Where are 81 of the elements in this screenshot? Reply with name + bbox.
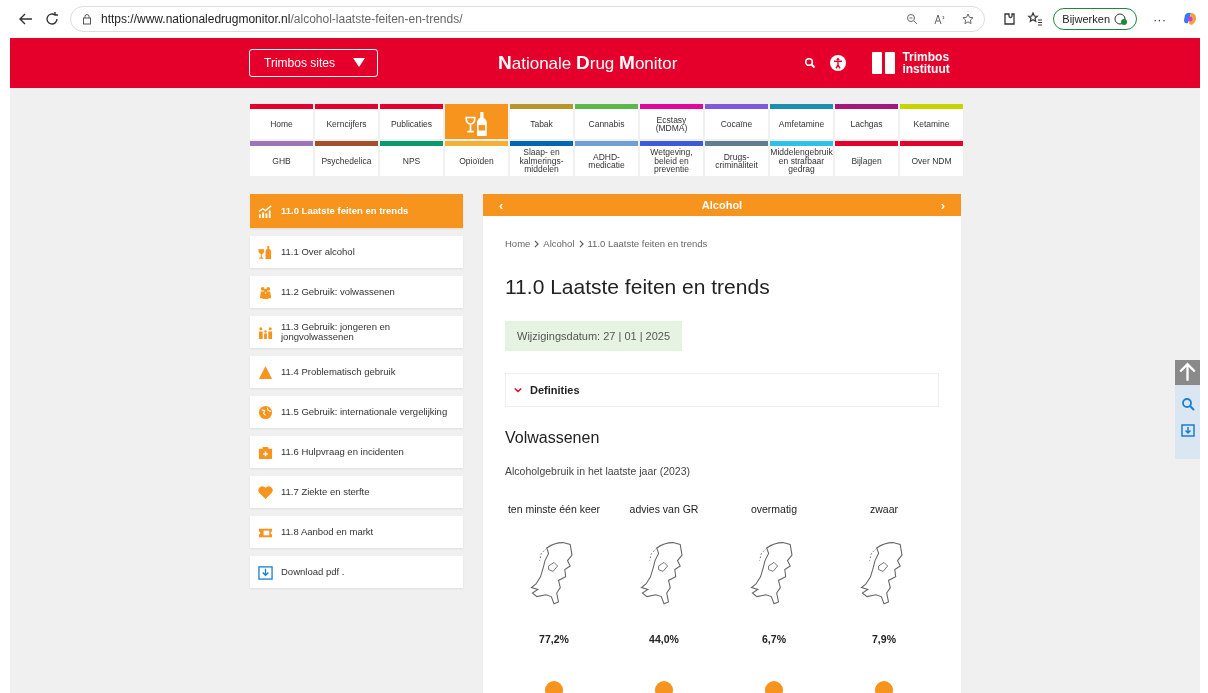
stat-value: 7,9% [872, 633, 896, 645]
caret-icon [514, 387, 522, 393]
breadcrumb-link[interactable]: Home [505, 238, 531, 249]
sites-dropdown[interactable]: Trimbos sites [249, 49, 378, 77]
nav-tab[interactable]: Psychedelica [315, 141, 378, 176]
nav-tab[interactable]: Cocaïne [705, 104, 768, 139]
stat-label: overmatig [750, 503, 798, 515]
refresh-icon[interactable] [44, 11, 60, 27]
nav-tab[interactable]: Ecstasy (MDMA) [640, 104, 703, 139]
stat-label: ten minste één keer [507, 503, 601, 515]
sidebar-item[interactable]: 11.5 Gebruik: internationale vergelijking [250, 396, 463, 428]
wine-bottle-icon [258, 244, 273, 260]
family-icon [258, 324, 273, 340]
star-icon[interactable] [962, 13, 975, 25]
sidebar-item[interactable]: 11.3 Gebruik: jongeren en jongvolwassenen [250, 316, 463, 348]
chart-caption: Alcoholgebruik in het laatste jaar (2023) [505, 465, 692, 477]
logo-icon [872, 51, 897, 75]
stat-label: zwaar [870, 503, 898, 515]
section-heading: Volwassenen [505, 429, 601, 447]
breadcrumb-link[interactable]: Alcohol [543, 238, 575, 249]
site-title[interactable]: Nationale Drug Monitor [498, 52, 678, 74]
nav-tab[interactable]: Opioïden [445, 141, 508, 176]
sidebar-item[interactable]: 11.6 Hulpvraag en incidenten [250, 436, 463, 468]
read-aloud-icon[interactable] [934, 13, 947, 25]
favorites-icon[interactable] [1027, 11, 1044, 27]
nav-tab[interactable]: Home [250, 104, 313, 139]
nav-tab[interactable]: Ketamine [900, 104, 963, 139]
sidebar-item[interactable]: 11.8 Aanbod en markt [250, 516, 463, 548]
nav-tab[interactable]: NPS [380, 141, 443, 176]
download-icon [258, 564, 273, 580]
chart-icon [258, 203, 273, 219]
sidebar-item[interactable]: 11.1 Over alcohol [250, 236, 463, 268]
nav-tab[interactable]: Wetgeving, beleid en preventie [640, 141, 703, 176]
back-icon[interactable] [18, 11, 34, 27]
stat-value: 6,7% [762, 633, 786, 645]
sidebar-item[interactable]: Download pdf . [250, 556, 463, 588]
extension-badge-icon [1114, 12, 1128, 26]
globe-icon [258, 404, 273, 420]
zoom-out-icon[interactable] [906, 13, 919, 25]
caret-icon [352, 58, 365, 68]
wine-bottle-icon [463, 111, 490, 137]
accessibility-icon[interactable] [830, 55, 847, 71]
update-button[interactable]: Bijwerken [1053, 8, 1137, 30]
sidebar-item[interactable]: 11.4 Problematisch gebruik [250, 356, 463, 388]
nav-tab[interactable]: Publicaties [380, 104, 443, 139]
nav-tab[interactable]: Cannabis [575, 104, 638, 139]
people-icon [258, 284, 273, 300]
nav-tab[interactable]: Bijlagen [835, 141, 898, 176]
nav-tab[interactable]: Over NDM [900, 141, 963, 176]
more-menu[interactable]: ··· [1153, 11, 1166, 27]
nav-tab[interactable]: Kerncijfers [315, 104, 378, 139]
medical-kit-icon [258, 444, 273, 460]
breadcrumb-current: 11.0 Laatste feiten en trends [587, 238, 708, 249]
search-icon[interactable] [1180, 397, 1195, 411]
sidebar-item[interactable]: 11.7 Ziekte en sterfte [250, 476, 463, 508]
nav-tab[interactable]: ADHD-medicatie [575, 141, 638, 176]
download-icon[interactable] [1180, 423, 1195, 437]
chevron-icon [534, 239, 540, 248]
nav-tab[interactable]: GHB [250, 141, 313, 176]
nav-tab[interactable]: Tabak [510, 104, 573, 139]
extension-icon[interactable] [1001, 11, 1018, 27]
copilot-icon[interactable] [1182, 11, 1198, 27]
logo-text[interactable]: Trimbos instituut [902, 51, 950, 75]
nav-tab[interactable]: Amfetamine [770, 104, 833, 139]
back-to-top-icon[interactable] [1175, 360, 1200, 385]
nav-tab[interactable]: Drugs-criminaliteit [705, 141, 768, 176]
lock-icon [81, 13, 93, 25]
warning-icon [258, 364, 273, 380]
nav-tab[interactable]: Slaap- en kalmerings-middelen [510, 141, 573, 176]
search-icon[interactable] [804, 57, 817, 69]
heart-icon [258, 484, 273, 500]
chevron-icon [578, 239, 584, 248]
sidebar-item[interactable]: 11.2 Gebruik: volwassenen [250, 276, 463, 308]
page-title: 11.0 Laatste feiten en trends [505, 275, 771, 299]
stat-value: 77,2% [539, 633, 569, 645]
nav-tab[interactable]: Lachgas [835, 104, 898, 139]
stat-value: 44,0% [649, 633, 679, 645]
nav-tab[interactable]: Middelengebruik en strafbaar gedrag [770, 141, 833, 176]
modified-date: Wijzigingsdatum: 27 | 01 | 2025 [505, 321, 683, 351]
stat-label: advies van GR [629, 503, 699, 515]
accordion-header[interactable]: Definities [505, 373, 939, 407]
